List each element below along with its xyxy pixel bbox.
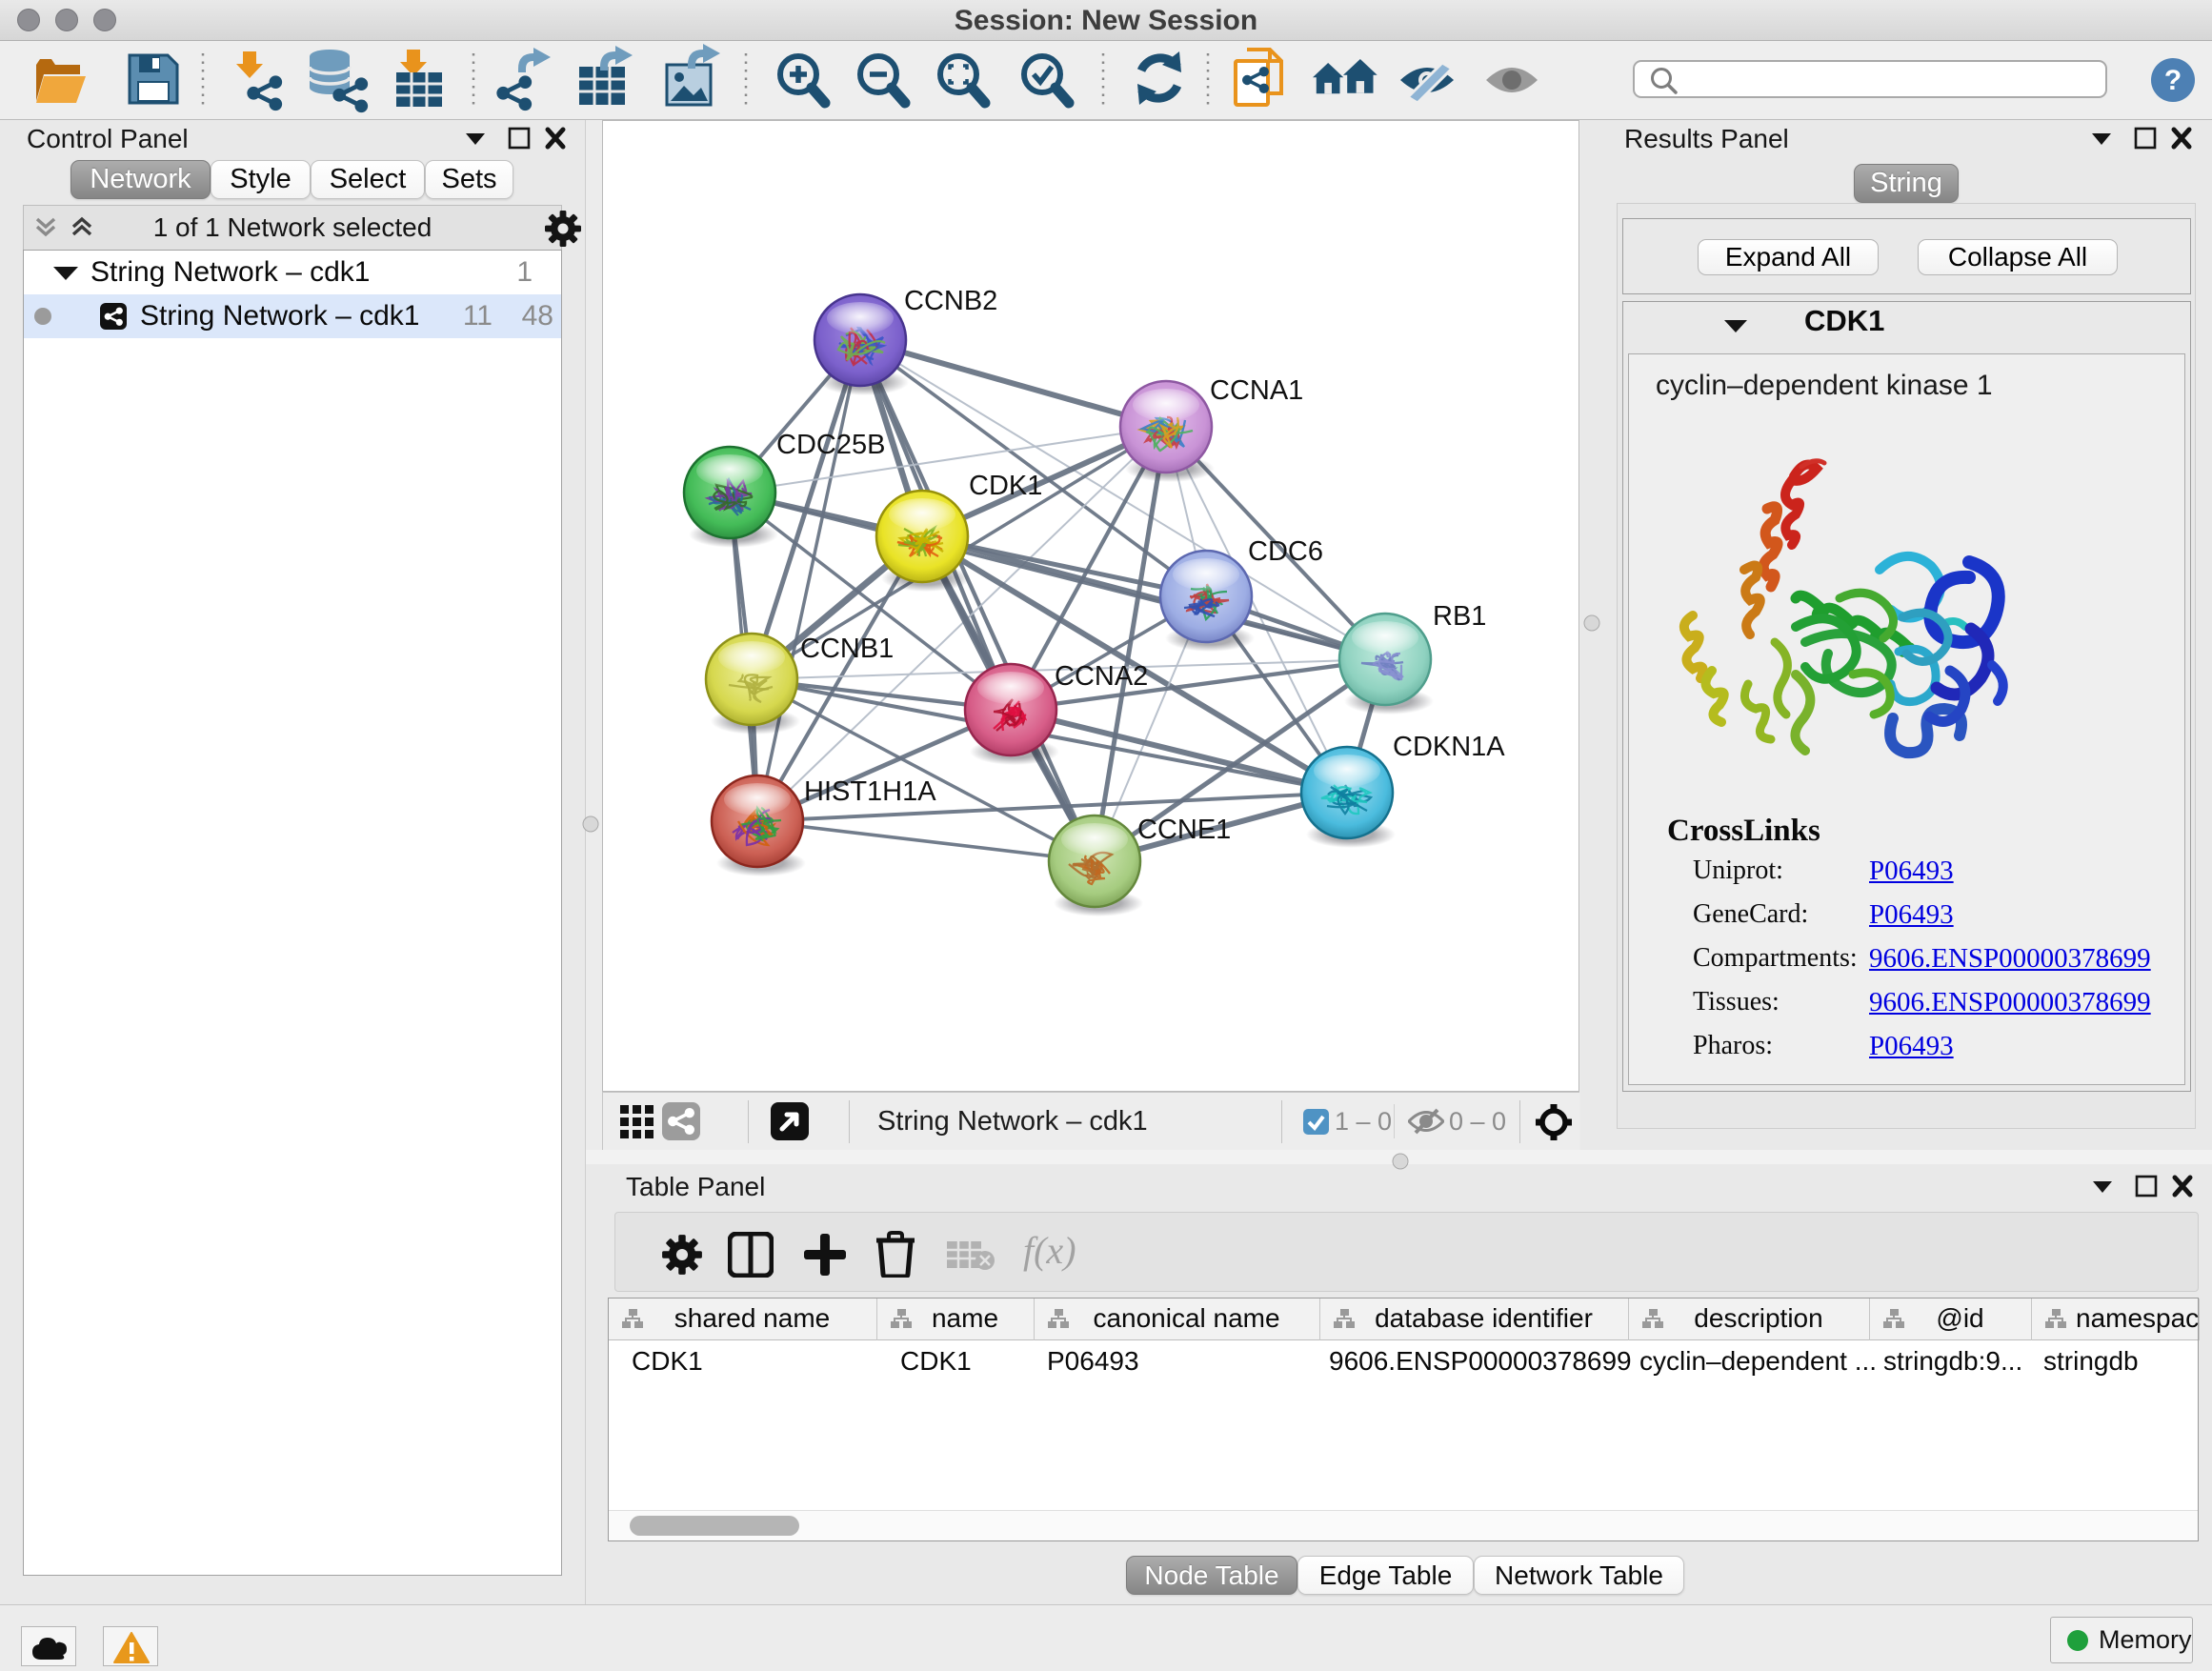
svg-text:HIST1H1A: HIST1H1A [804, 776, 936, 807]
svg-text:CCNA2: CCNA2 [1055, 661, 1148, 692]
svg-text:CDC6: CDC6 [1248, 536, 1323, 567]
svg-text:RB1: RB1 [1433, 601, 1486, 632]
svg-text:CCNB1: CCNB1 [800, 634, 894, 664]
svg-text:CDK1: CDK1 [969, 471, 1042, 501]
svg-text:CCNB2: CCNB2 [904, 286, 997, 316]
svg-text:CDC25B: CDC25B [776, 430, 885, 460]
svg-text:CCNE1: CCNE1 [1137, 815, 1231, 845]
svg-text:?: ? [2164, 65, 2182, 96]
svg-text:CDKN1A: CDKN1A [1393, 732, 1505, 762]
svg-text:CCNA1: CCNA1 [1210, 375, 1303, 406]
